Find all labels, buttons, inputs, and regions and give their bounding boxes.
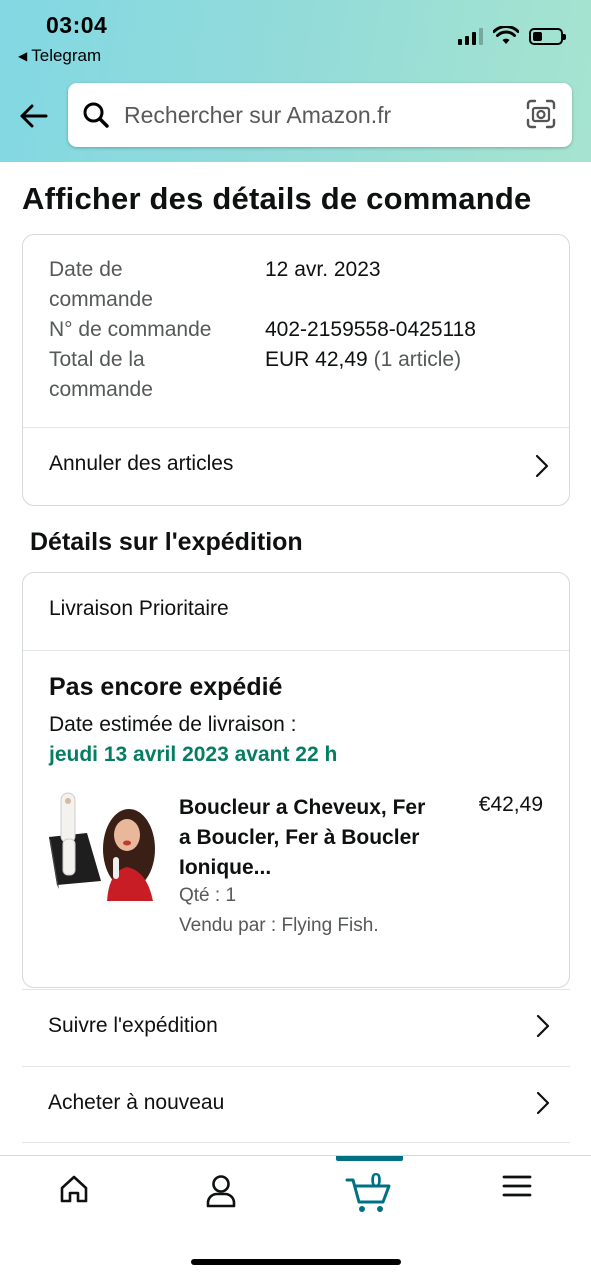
shipping-method: Livraison Prioritaire <box>49 597 229 620</box>
shipment-status: Pas encore expédié <box>49 673 283 701</box>
order-number-label: N° de commande <box>49 318 212 341</box>
order-item-count: (1 article) <box>373 348 462 371</box>
product-title-link[interactable]: Boucleur a Cheveux, Fer a Boucler, Fer à… <box>179 793 429 883</box>
chevron-right-icon <box>536 1091 550 1115</box>
back-app-label: Telegram <box>31 46 102 65</box>
estimated-delivery-label: Date estimée de livraison : <box>49 713 297 736</box>
status-time: 03:04 <box>46 12 108 38</box>
nav-menu[interactable] <box>487 1174 547 1214</box>
order-date-label: Date de commande <box>49 258 153 311</box>
search-bar[interactable] <box>68 83 572 147</box>
estimated-delivery-date: jeudi 13 avril 2023 avant 22 h <box>49 743 338 766</box>
order-total-label: Total de la commande <box>49 348 153 401</box>
cellular-signal-icon <box>458 27 483 45</box>
nav-home[interactable] <box>44 1174 104 1214</box>
product-price: €42,49 <box>478 793 543 816</box>
buy-again-link[interactable]: Acheter à nouveau <box>22 1066 570 1143</box>
chevron-right-icon <box>536 1014 550 1038</box>
search-icon <box>83 102 109 128</box>
active-tab-indicator <box>336 1156 403 1161</box>
nav-account[interactable] <box>191 1174 251 1214</box>
product-seller: Vendu par : Flying Fish. <box>179 915 379 936</box>
order-summary-card: Date de commande 12 avr. 2023 N° de comm… <box>22 234 570 506</box>
order-date-value: 12 avr. 2023 <box>265 258 381 281</box>
cancel-items-label: Annuler des articles <box>49 452 234 475</box>
wifi-icon <box>493 26 519 44</box>
shipping-section-title: Détails sur l'expédition <box>30 528 303 556</box>
product-quantity: Qté : 1 <box>179 885 237 906</box>
search-input[interactable] <box>124 83 514 147</box>
back-to-app-link[interactable]: ◀ Telegram <box>18 46 101 66</box>
buy-again-label: Acheter à nouveau <box>48 1091 225 1114</box>
shipment-card: Livraison Prioritaire Pas encore expédié… <box>22 572 570 988</box>
track-shipment-label: Suivre l'expédition <box>48 1014 218 1037</box>
status-icons <box>458 26 566 46</box>
page-title: Afficher des détails de commande <box>22 181 532 216</box>
nav-cart[interactable]: 0 <box>338 1170 402 1214</box>
cart-count-badge: 0 <box>370 1170 382 1192</box>
home-indicator <box>191 1259 401 1265</box>
back-triangle-icon: ◀ <box>18 49 28 63</box>
hamburger-menu-icon <box>502 1175 532 1197</box>
back-arrow-icon[interactable] <box>14 96 54 136</box>
app-header: 03:04 ◀ Telegram <box>0 0 591 162</box>
camera-scan-icon[interactable] <box>526 99 556 129</box>
order-total-value: EUR 42,49 (1 article) <box>265 348 462 371</box>
chevron-right-icon <box>535 454 549 478</box>
order-number-value: 402-2159558-0425118 <box>265 318 476 341</box>
battery-icon <box>529 27 566 45</box>
divider <box>23 650 569 651</box>
track-shipment-link[interactable]: Suivre l'expédition <box>22 989 570 1066</box>
home-icon <box>60 1175 88 1203</box>
product-image[interactable] <box>47 789 157 901</box>
cancel-items-link[interactable]: Annuler des articles <box>23 428 569 506</box>
user-icon <box>206 1175 236 1208</box>
